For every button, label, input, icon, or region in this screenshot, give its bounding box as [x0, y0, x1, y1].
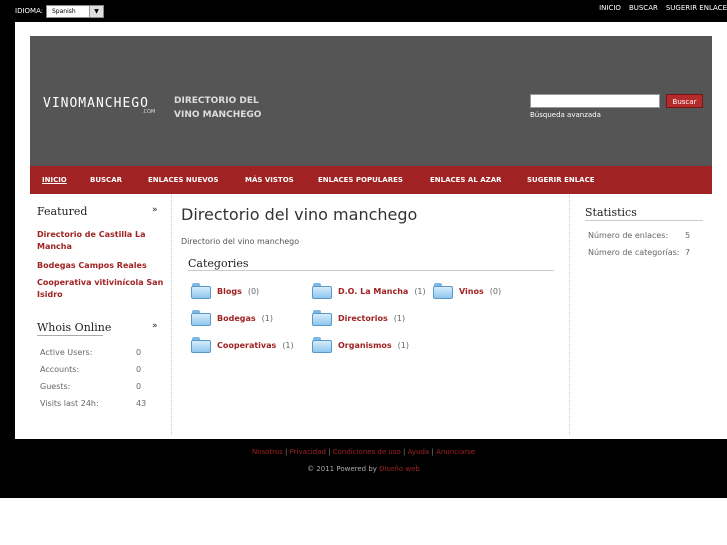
copyright-text: © 2011 Powered by	[307, 465, 377, 473]
featured-title: Featured	[37, 205, 88, 218]
search-input[interactable]	[530, 94, 660, 108]
categories-title: Categories	[188, 257, 249, 270]
nav-item-enlaces-nuevos[interactable]: ENLACES NUEVOS	[148, 176, 219, 184]
category-count: (1)	[261, 313, 273, 323]
nav-item-enlaces-azar[interactable]: ENLACES AL AZAR	[430, 176, 502, 184]
nav-item-buscar[interactable]: BUSCAR	[90, 176, 122, 184]
folder-icon	[312, 283, 332, 299]
statistics-divider	[585, 220, 703, 221]
folder-icon	[191, 337, 211, 353]
category-item[interactable]: D.O. La Mancha (1)	[312, 283, 426, 299]
whois-title: Whois Online	[37, 321, 112, 334]
language-select[interactable]: Spanish ▼	[46, 5, 104, 18]
whois-label-active: Active Users:	[40, 348, 93, 357]
footer-link-anunciarse[interactable]: Anunciarse	[436, 448, 475, 456]
powered-by-link[interactable]: Diseño web	[379, 465, 420, 473]
whois-value-accounts: 0	[136, 365, 142, 374]
main-nav: INICIO BUSCAR ENLACES NUEVOS MÁS VISTOS …	[30, 166, 712, 194]
category-name[interactable]: Organismos	[338, 341, 392, 350]
folder-icon	[433, 283, 453, 299]
nav-item-enlaces-populares[interactable]: ENLACES POPULARES	[318, 176, 403, 184]
whois-divider	[37, 335, 103, 336]
statistics-title: Statistics	[585, 206, 637, 219]
nav-item-inicio[interactable]: INICIO	[42, 176, 67, 184]
category-name[interactable]: Vinos	[459, 287, 484, 296]
whois-label-accounts: Accounts:	[40, 365, 80, 374]
collapse-whois-icon[interactable]: »	[152, 321, 158, 331]
category-item[interactable]: Blogs (0)	[191, 283, 259, 299]
category-count: (0)	[489, 286, 502, 296]
whois-label-guests: Guests:	[40, 382, 71, 391]
folder-icon	[312, 310, 332, 326]
whois-value-active: 0	[136, 348, 142, 357]
category-item[interactable]: Organismos (1)	[312, 337, 409, 353]
category-count: (1)	[397, 340, 410, 350]
whois-value-visits: 43	[136, 399, 147, 408]
chevron-down-icon: ▼	[89, 6, 103, 17]
category-item[interactable]: Bodegas (1)	[191, 310, 273, 326]
category-item[interactable]: Directorios (1)	[312, 310, 405, 326]
page-title: Directorio del vino manchego	[181, 205, 418, 224]
collapse-featured-icon[interactable]: »	[152, 205, 158, 215]
stat-label-categories: Número de categorías:	[588, 248, 680, 257]
page-description: Directorio del vino manchego	[181, 237, 300, 246]
site-logo-sub: .COM	[142, 109, 156, 115]
nav-item-sugerir-enlace[interactable]: SUGERIR ENLACE	[527, 176, 595, 184]
folder-icon	[191, 283, 211, 299]
top-nav-inicio[interactable]: INICIO	[599, 4, 621, 12]
tagline-line-1: DIRECTORIO DEL	[174, 96, 259, 106]
folder-icon	[191, 310, 211, 326]
stat-value-links: 5	[685, 231, 691, 240]
footer-link-condiciones[interactable]: Condiciones de uso	[333, 448, 401, 456]
category-name[interactable]: D.O. La Mancha	[338, 287, 408, 296]
site-logo[interactable]: VINOMANCHEGO	[43, 96, 149, 111]
footer-link-nosotros[interactable]: Nosotros	[252, 448, 283, 456]
featured-link-2[interactable]: Bodegas Campos Reales	[37, 260, 167, 272]
advanced-search-link[interactable]: Búsqueda avanzada	[530, 111, 601, 119]
stat-value-categories: 7	[685, 248, 691, 257]
category-name[interactable]: Bodegas	[217, 314, 256, 323]
category-name[interactable]: Cooperativas	[217, 341, 276, 350]
top-nav: INICIO BUSCAR SUGERIR ENLACE	[599, 4, 727, 12]
category-item[interactable]: Cooperativas (1)	[191, 337, 294, 353]
category-item[interactable]: Vinos (0)	[433, 283, 501, 299]
featured-link-1[interactable]: Directorio de Castilla La Mancha	[37, 229, 167, 253]
folder-icon	[312, 337, 332, 353]
site-tagline: DIRECTORIO DEL VINO MANCHEGO	[174, 94, 284, 122]
footer-copyright: © 2011 Powered by Diseño web	[0, 465, 727, 473]
language-label: IDIOMA:	[15, 7, 44, 15]
search-button[interactable]: Buscar	[666, 94, 703, 108]
nav-item-mas-vistos[interactable]: MÁS VISTOS	[245, 176, 294, 184]
category-count: (1)	[414, 286, 426, 296]
footer-links: Nosotros | Privacidad | Condiciones de u…	[251, 448, 476, 456]
top-nav-sugerir[interactable]: SUGERIR ENLACE	[666, 4, 727, 12]
whois-value-guests: 0	[136, 382, 142, 391]
category-name[interactable]: Blogs	[217, 287, 242, 296]
whois-label-visits: Visits last 24h:	[40, 399, 99, 408]
featured-link-3[interactable]: Cooperativa vitivinícola San Isidro	[37, 277, 167, 301]
stat-label-links: Número de enlaces:	[588, 231, 669, 240]
category-count: (1)	[282, 340, 294, 350]
category-count: (1)	[393, 313, 406, 323]
top-bar: IDIOMA: Spanish ▼ INICIO BUSCAR SUGERIR …	[0, 0, 727, 22]
footer-link-ayuda[interactable]: Ayuda	[408, 448, 430, 456]
language-value: Spanish	[52, 8, 76, 15]
top-nav-buscar[interactable]: BUSCAR	[629, 4, 658, 12]
footer-link-privacidad[interactable]: Privacidad	[290, 448, 326, 456]
tagline-line-2: VINO MANCHEGO	[174, 110, 262, 120]
category-name[interactable]: Directorios	[338, 314, 388, 323]
category-count: (0)	[247, 286, 260, 296]
categories-divider	[188, 270, 554, 271]
